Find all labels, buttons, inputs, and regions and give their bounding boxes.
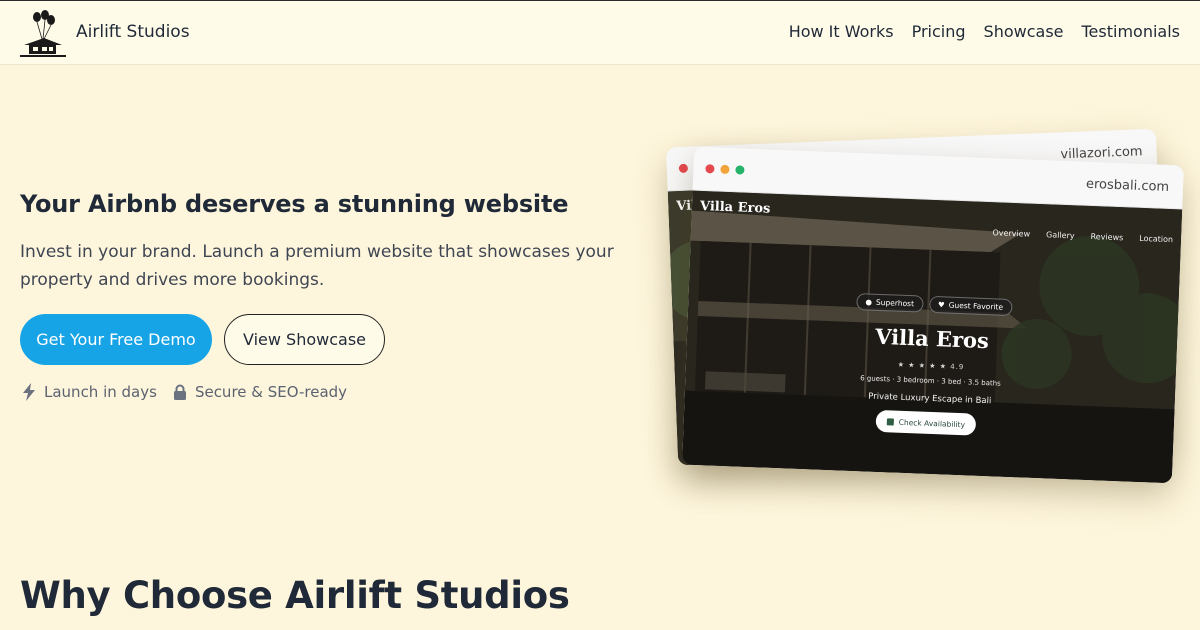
close-dot bbox=[678, 163, 689, 174]
site-logo: Villa Eros bbox=[699, 198, 771, 217]
logo-house-balloons-icon[interactable] bbox=[20, 9, 66, 59]
guest-favorite-badge: ♥ Guest Favorite bbox=[928, 295, 1013, 317]
feature-secure: Secure & SEO-ready bbox=[173, 383, 347, 401]
hero-subtitle: Invest in your brand. Launch a premium w… bbox=[20, 242, 614, 290]
feature-launch: Launch in days bbox=[22, 383, 157, 401]
superhost-badge: ● Superhost bbox=[856, 293, 924, 313]
feature-list: Launch in days Secure & SEO-ready bbox=[22, 383, 347, 401]
feature-launch-label: Launch in days bbox=[44, 383, 157, 401]
view-showcase-button[interactable]: View Showcase bbox=[224, 314, 385, 365]
mockup-erosbali: erosbali.com Villa Eros Overview Gallery… bbox=[682, 146, 1184, 484]
feature-secure-label: Secure & SEO-ready bbox=[194, 383, 348, 401]
superhost-label: Superhost bbox=[875, 297, 915, 309]
calendar-icon bbox=[886, 417, 894, 426]
site-header: Airlift Studios How It Works Pricing Sho… bbox=[0, 1, 1200, 65]
nav-how-it-works[interactable]: How It Works bbox=[789, 22, 894, 41]
check-availability-label: Check Availability bbox=[898, 417, 966, 429]
browser-url: erosbali.com bbox=[1085, 176, 1170, 195]
minimize-dot bbox=[720, 164, 730, 175]
guest-favorite-label: Guest Favorite bbox=[948, 300, 1004, 312]
main-nav: How It Works Pricing Showcase Testimonia… bbox=[789, 22, 1180, 41]
section-title: Why Choose Airlift Studios bbox=[20, 574, 570, 617]
user-icon: ● bbox=[865, 297, 873, 307]
nav-showcase[interactable]: Showcase bbox=[984, 22, 1064, 41]
browser-url: villazori.com bbox=[1060, 144, 1143, 163]
close-dot bbox=[705, 164, 715, 174]
villa-photo: Villa Eros Overview Gallery Reviews Loca… bbox=[682, 190, 1183, 484]
check-availability-button[interactable]: Check Availability bbox=[875, 409, 977, 436]
lightning-icon bbox=[23, 383, 35, 401]
site-nav-reviews[interactable]: Reviews bbox=[1090, 232, 1123, 242]
site-nav-gallery[interactable]: Gallery bbox=[1046, 230, 1075, 240]
get-free-demo-button[interactable]: Get Your Free Demo bbox=[20, 314, 212, 365]
brand-name[interactable]: Airlift Studios bbox=[76, 22, 190, 42]
nav-testimonials[interactable]: Testimonials bbox=[1082, 22, 1181, 41]
maximize-dot bbox=[735, 165, 745, 175]
site-nav-location[interactable]: Location bbox=[1139, 234, 1173, 244]
window-dots bbox=[705, 164, 745, 175]
hero-title: Your Airbnb deserves a stunning website bbox=[20, 190, 569, 218]
heart-icon: ♥ bbox=[937, 300, 945, 310]
nav-pricing[interactable]: Pricing bbox=[912, 22, 966, 41]
lock-icon bbox=[173, 384, 186, 400]
site-nav-overview[interactable]: Overview bbox=[992, 228, 1030, 238]
